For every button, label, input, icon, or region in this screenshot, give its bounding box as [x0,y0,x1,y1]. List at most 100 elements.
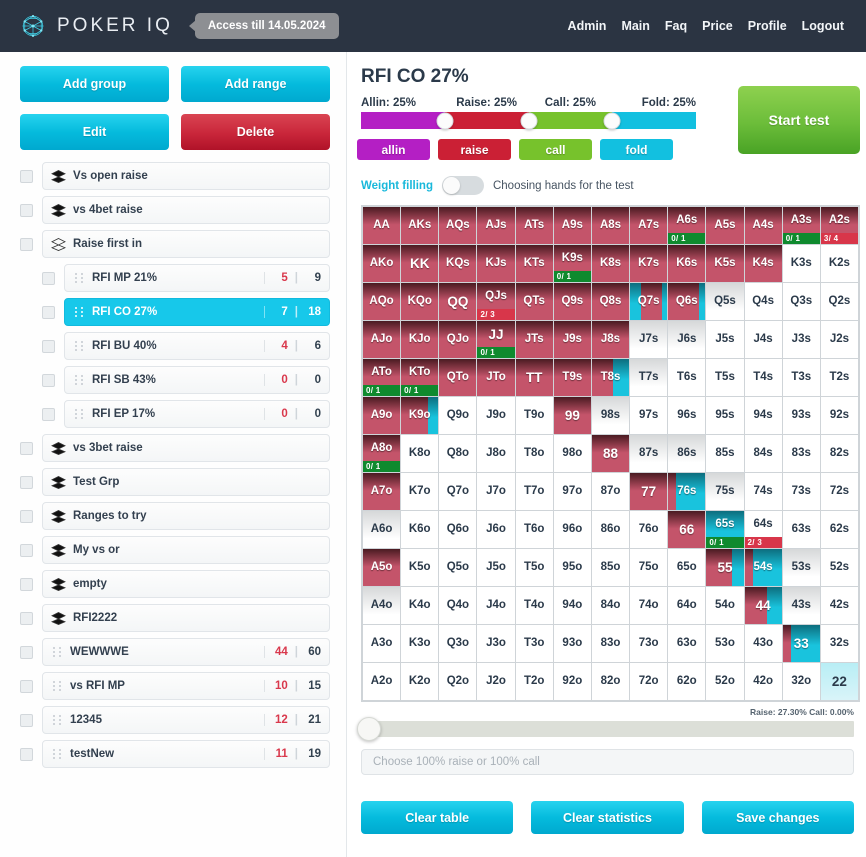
hand-cell[interactable]: A6s 0/ 1 [668,207,706,244]
group-row[interactable]: Vs open raise [42,162,330,190]
hand-cell[interactable]: AA [363,207,401,244]
hand-cell[interactable]: Q6s [668,283,706,320]
hand-cell[interactable]: AQs [439,207,477,244]
hand-cell[interactable]: T3o [515,625,553,662]
range-row[interactable]: 12345 12 | 21 [42,706,330,734]
row-checkbox[interactable] [42,305,55,319]
hand-cell[interactable]: T3s [782,359,820,396]
hand-cell[interactable]: 83o [591,625,630,662]
hand-cell[interactable]: 52o [706,663,744,700]
hand-cell[interactable]: 84s [744,435,782,472]
range-row[interactable]: vs RFI MP 10 | 15 [42,672,330,700]
row-checkbox[interactable] [20,577,33,591]
hand-cell[interactable]: K3s [782,245,820,282]
hand-cell[interactable]: A5s [706,207,744,244]
group-row[interactable]: empty [42,570,330,598]
hand-cell[interactable]: Q5o [439,549,477,586]
drag-handle-icon[interactable] [75,341,84,351]
hand-cell[interactable]: T8o [515,435,553,472]
raise-call-slider[interactable] [357,717,854,741]
hand-cell[interactable]: A9o [363,397,401,434]
hand-cell[interactable]: J6o [477,511,515,548]
range-row[interactable]: RFI SB 43% 0 | 0 [64,366,330,394]
hand-cell[interactable]: 52s [820,549,858,586]
row-checkbox[interactable] [42,271,55,285]
raise-call-slider-knob[interactable] [357,717,381,741]
hand-cell[interactable]: KK [401,245,439,282]
hand-cell[interactable]: T5o [515,549,553,586]
hand-cell[interactable]: 75s [706,473,744,510]
row-checkbox[interactable] [42,407,55,421]
slider-knob-1[interactable] [436,112,454,129]
slider-segment-call[interactable] [528,112,613,129]
start-test-button[interactable]: Start test [738,86,860,154]
row-checkbox[interactable] [20,441,33,455]
hand-cell[interactable]: A8s [591,207,630,244]
hand-cell[interactable]: K2o [401,663,439,700]
hand-cell[interactable]: J5s [706,321,744,358]
hand-cell[interactable]: K4o [401,587,439,624]
action-tag-fold[interactable]: fold [600,139,673,160]
action-tag-raise[interactable]: raise [438,139,511,160]
hand-cell[interactable]: K2s [820,245,858,282]
hand-cell[interactable]: J5o [477,549,515,586]
hand-cell[interactable]: J3s [782,321,820,358]
range-row[interactable]: WEWWWE 44 | 60 [42,638,330,666]
hand-cell[interactable]: Q2s [820,283,858,320]
hand-cell[interactable]: 32o [782,663,820,700]
row-checkbox[interactable] [20,203,33,217]
hand-cell[interactable]: ATo 0/ 1 [363,359,401,396]
clear-statistics-button[interactable]: Clear statistics [531,801,684,834]
hand-cell[interactable]: A2s 3/ 4 [820,207,858,244]
hand-cell[interactable]: JJ 0/ 1 [477,321,515,358]
slider-segment-allin[interactable] [361,112,445,129]
hand-cell[interactable]: 43o [744,625,782,662]
hand-cell[interactable]: 88 [591,435,630,472]
hand-cell[interactable]: 74o [630,587,668,624]
hand-cell[interactable]: T5s [706,359,744,396]
hand-cell[interactable]: KQs [439,245,477,282]
hand-cell[interactable]: 65s 0/ 1 [706,511,744,548]
hand-cell[interactable]: 85o [591,549,630,586]
hand-cell[interactable]: J8o [477,435,515,472]
hand-cell[interactable]: 97s [630,397,668,434]
row-checkbox[interactable] [42,373,55,387]
hand-cell[interactable]: Q5s [706,283,744,320]
hand-cell[interactable]: Q2o [439,663,477,700]
hand-cell[interactable]: KJs [477,245,515,282]
hand-cell[interactable]: 53s [782,549,820,586]
hand-cell[interactable]: J2s [820,321,858,358]
hand-cell[interactable]: 64o [668,587,706,624]
row-checkbox[interactable] [20,509,33,523]
hand-cell[interactable]: 96o [553,511,591,548]
add-range-button[interactable]: Add range [181,66,330,102]
hand-cell[interactable]: J4o [477,587,515,624]
hand-cell[interactable]: QJo [439,321,477,358]
hand-cell[interactable]: K9o [401,397,439,434]
delete-button[interactable]: Delete [181,114,330,150]
drag-handle-icon[interactable] [53,715,62,725]
group-row[interactable]: RFI2222 [42,604,330,632]
action-weight-track[interactable] [361,112,696,129]
slider-knob-2[interactable] [520,112,537,129]
hand-cell[interactable]: K4s [744,245,782,282]
hand-cell[interactable]: 82o [591,663,630,700]
edit-button[interactable]: Edit [20,114,169,150]
hand-cell[interactable]: 86s [668,435,706,472]
hand-cell[interactable]: T8s [591,359,630,396]
hand-cell[interactable]: 75o [630,549,668,586]
hand-cell[interactable]: Q9o [439,397,477,434]
hand-cell[interactable]: 95o [553,549,591,586]
hand-cell[interactable]: 54o [706,587,744,624]
hand-cell[interactable]: 66 [668,511,706,548]
row-checkbox[interactable] [20,645,33,659]
hand-cell[interactable]: 96s [668,397,706,434]
hand-cell[interactable]: AKs [401,207,439,244]
range-row[interactable]: RFI CO 27% 7 | 18 [64,298,330,326]
hand-cell[interactable]: 93o [553,625,591,662]
hand-cell[interactable]: 22 [820,663,858,700]
hand-cell[interactable]: 94s [744,397,782,434]
nav-link-profile[interactable]: Profile [748,19,787,33]
choose-hint-box[interactable]: Choose 100% raise or 100% call [361,749,854,775]
hand-cell[interactable]: 62s [820,511,858,548]
